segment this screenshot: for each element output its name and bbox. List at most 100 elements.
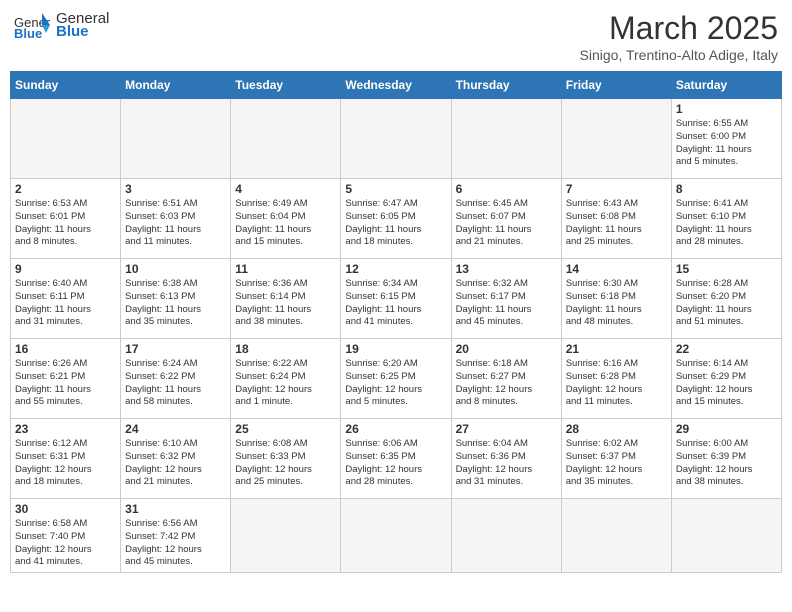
day-number: 8 bbox=[676, 182, 777, 196]
day-info: Sunrise: 6:08 AM Sunset: 6:33 PM Dayligh… bbox=[235, 438, 336, 489]
day-number: 2 bbox=[15, 182, 116, 196]
day-info: Sunrise: 6:40 AM Sunset: 6:11 PM Dayligh… bbox=[15, 278, 116, 329]
day-info: Sunrise: 6:00 AM Sunset: 6:39 PM Dayligh… bbox=[676, 438, 777, 489]
day-info: Sunrise: 6:16 AM Sunset: 6:28 PM Dayligh… bbox=[566, 358, 667, 409]
calendar-cell bbox=[341, 99, 451, 179]
day-number: 9 bbox=[15, 262, 116, 276]
weekday-header-sunday: Sunday bbox=[11, 72, 121, 99]
day-info: Sunrise: 6:26 AM Sunset: 6:21 PM Dayligh… bbox=[15, 358, 116, 409]
calendar-cell: 11 Sunrise: 6:36 AM Sunset: 6:14 PM Dayli… bbox=[231, 259, 341, 339]
calendar-cell bbox=[451, 499, 561, 573]
day-info: Sunrise: 6:43 AM Sunset: 6:08 PM Dayligh… bbox=[566, 198, 667, 249]
calendar-cell: 20 Sunrise: 6:18 AM Sunset: 6:27 PM Dayli… bbox=[451, 339, 561, 419]
weekday-header-friday: Friday bbox=[561, 72, 671, 99]
day-number: 26 bbox=[345, 422, 446, 436]
calendar-cell: 15 Sunrise: 6:28 AM Sunset: 6:20 PM Dayli… bbox=[671, 259, 781, 339]
calendar-cell: 30 Sunrise: 6:58 AM Sunset: 7:40 PM Dayli… bbox=[11, 499, 121, 573]
day-number: 17 bbox=[125, 342, 226, 356]
calendar-cell: 17Sunrise: 6:24 AM Sunset: 6:22 PM Dayli… bbox=[121, 339, 231, 419]
weekday-header-saturday: Saturday bbox=[671, 72, 781, 99]
page-header: General Blue General Blue March 2025 Sin… bbox=[10, 10, 782, 63]
day-info: Sunrise: 6:58 AM Sunset: 7:40 PM Dayligh… bbox=[15, 518, 116, 569]
day-number: 12 bbox=[345, 262, 446, 276]
calendar-cell: 9 Sunrise: 6:40 AM Sunset: 6:11 PM Daylig… bbox=[11, 259, 121, 339]
day-number: 30 bbox=[15, 502, 116, 516]
day-info: Sunrise: 6:47 AM Sunset: 6:05 PM Dayligh… bbox=[345, 198, 446, 249]
calendar-cell bbox=[11, 99, 121, 179]
day-number: 31 bbox=[125, 502, 226, 516]
calendar-cell bbox=[671, 499, 781, 573]
day-number: 4 bbox=[235, 182, 336, 196]
day-info: Sunrise: 6:51 AM Sunset: 6:03 PM Dayligh… bbox=[125, 198, 226, 249]
day-number: 18 bbox=[235, 342, 336, 356]
calendar-week-row: 30 Sunrise: 6:58 AM Sunset: 7:40 PM Dayli… bbox=[11, 499, 782, 573]
calendar-cell: 7 Sunrise: 6:43 AM Sunset: 6:08 PM Daylig… bbox=[561, 179, 671, 259]
calendar-cell bbox=[231, 499, 341, 573]
day-info: Sunrise: 6:38 AM Sunset: 6:13 PM Dayligh… bbox=[125, 278, 226, 329]
calendar-cell bbox=[451, 99, 561, 179]
weekday-header-monday: Monday bbox=[121, 72, 231, 99]
calendar-cell: 12 Sunrise: 6:34 AM Sunset: 6:15 PM Dayli… bbox=[341, 259, 451, 339]
day-number: 28 bbox=[566, 422, 667, 436]
weekday-header-thursday: Thursday bbox=[451, 72, 561, 99]
day-info: Sunrise: 6:32 AM Sunset: 6:17 PM Dayligh… bbox=[456, 278, 557, 329]
day-number: 5 bbox=[345, 182, 446, 196]
title-block: March 2025 Sinigo, Trentino-Alto Adige, … bbox=[580, 10, 778, 63]
day-info: Sunrise: 6:04 AM Sunset: 6:36 PM Dayligh… bbox=[456, 438, 557, 489]
day-info: Sunrise: 6:36 AM Sunset: 6:14 PM Dayligh… bbox=[235, 278, 336, 329]
day-number: 14 bbox=[566, 262, 667, 276]
day-number: 19 bbox=[345, 342, 446, 356]
day-number: 29 bbox=[676, 422, 777, 436]
calendar-cell bbox=[341, 499, 451, 573]
day-number: 16 bbox=[15, 342, 116, 356]
day-number: 15 bbox=[676, 262, 777, 276]
calendar-cell: 2 Sunrise: 6:53 AM Sunset: 6:01 PM Daylig… bbox=[11, 179, 121, 259]
logo-blue-text: Blue bbox=[56, 23, 109, 40]
calendar-cell bbox=[231, 99, 341, 179]
day-number: 11 bbox=[235, 262, 336, 276]
weekday-header-tuesday: Tuesday bbox=[231, 72, 341, 99]
day-info: Sunrise: 6:12 AM Sunset: 6:31 PM Dayligh… bbox=[15, 438, 116, 489]
day-number: 23 bbox=[15, 422, 116, 436]
day-info: Sunrise: 6:18 AM Sunset: 6:27 PM Dayligh… bbox=[456, 358, 557, 409]
calendar-cell: 6 Sunrise: 6:45 AM Sunset: 6:07 PM Daylig… bbox=[451, 179, 561, 259]
day-number: 27 bbox=[456, 422, 557, 436]
calendar-cell: 29 Sunrise: 6:00 AM Sunset: 6:39 PM Dayli… bbox=[671, 419, 781, 499]
calendar-table: SundayMondayTuesdayWednesdayThursdayFrid… bbox=[10, 71, 782, 573]
day-info: Sunrise: 6:53 AM Sunset: 6:01 PM Dayligh… bbox=[15, 198, 116, 249]
day-number: 20 bbox=[456, 342, 557, 356]
day-info: Sunrise: 6:06 AM Sunset: 6:35 PM Dayligh… bbox=[345, 438, 446, 489]
calendar-cell: 4Sunrise: 6:49 AM Sunset: 6:04 PM Daylig… bbox=[231, 179, 341, 259]
calendar-cell: 25 Sunrise: 6:08 AM Sunset: 6:33 PM Dayli… bbox=[231, 419, 341, 499]
calendar-cell bbox=[561, 499, 671, 573]
day-number: 3 bbox=[125, 182, 226, 196]
calendar-subtitle: Sinigo, Trentino-Alto Adige, Italy bbox=[580, 47, 778, 63]
calendar-cell: 22Sunrise: 6:14 AM Sunset: 6:29 PM Dayli… bbox=[671, 339, 781, 419]
calendar-cell: 31 Sunrise: 6:56 AM Sunset: 7:42 PM Dayli… bbox=[121, 499, 231, 573]
svg-text:Blue: Blue bbox=[14, 26, 42, 39]
day-info: Sunrise: 6:28 AM Sunset: 6:20 PM Dayligh… bbox=[676, 278, 777, 329]
calendar-cell bbox=[561, 99, 671, 179]
calendar-cell: 14Sunrise: 6:30 AM Sunset: 6:18 PM Dayli… bbox=[561, 259, 671, 339]
logo-icon: General Blue bbox=[14, 11, 50, 39]
logo: General Blue General Blue bbox=[14, 10, 109, 40]
calendar-cell: 19Sunrise: 6:20 AM Sunset: 6:25 PM Dayli… bbox=[341, 339, 451, 419]
calendar-cell: 24 Sunrise: 6:10 AM Sunset: 6:32 PM Dayli… bbox=[121, 419, 231, 499]
day-number: 7 bbox=[566, 182, 667, 196]
day-number: 6 bbox=[456, 182, 557, 196]
calendar-cell: 23 Sunrise: 6:12 AM Sunset: 6:31 PM Dayli… bbox=[11, 419, 121, 499]
calendar-week-row: 1Sunrise: 6:55 AM Sunset: 6:00 PM Daylig… bbox=[11, 99, 782, 179]
calendar-cell: 8Sunrise: 6:41 AM Sunset: 6:10 PM Daylig… bbox=[671, 179, 781, 259]
calendar-cell bbox=[121, 99, 231, 179]
day-info: Sunrise: 6:02 AM Sunset: 6:37 PM Dayligh… bbox=[566, 438, 667, 489]
day-number: 24 bbox=[125, 422, 226, 436]
day-info: Sunrise: 6:45 AM Sunset: 6:07 PM Dayligh… bbox=[456, 198, 557, 249]
calendar-week-row: 23 Sunrise: 6:12 AM Sunset: 6:31 PM Dayli… bbox=[11, 419, 782, 499]
day-info: Sunrise: 6:34 AM Sunset: 6:15 PM Dayligh… bbox=[345, 278, 446, 329]
day-number: 25 bbox=[235, 422, 336, 436]
day-info: Sunrise: 6:56 AM Sunset: 7:42 PM Dayligh… bbox=[125, 518, 226, 569]
day-info: Sunrise: 6:14 AM Sunset: 6:29 PM Dayligh… bbox=[676, 358, 777, 409]
calendar-title: March 2025 bbox=[580, 10, 778, 47]
day-info: Sunrise: 6:10 AM Sunset: 6:32 PM Dayligh… bbox=[125, 438, 226, 489]
calendar-week-row: 9 Sunrise: 6:40 AM Sunset: 6:11 PM Daylig… bbox=[11, 259, 782, 339]
